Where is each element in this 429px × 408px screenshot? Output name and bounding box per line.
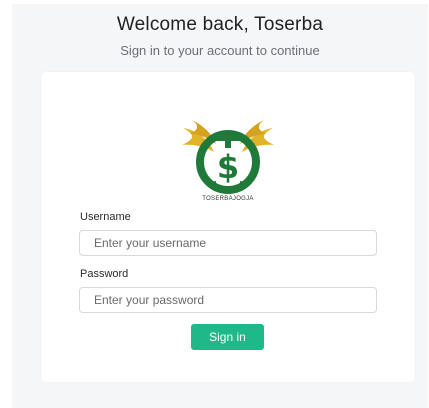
username-label: Username xyxy=(80,211,131,223)
password-input[interactable] xyxy=(79,287,377,313)
page-title: Welcome back, Toserba xyxy=(116,14,324,35)
page-subtitle: Sign in to your account to continue xyxy=(120,43,320,58)
toserba-logo-icon: $ xyxy=(178,112,278,206)
logo-caption: TOSERBAJOGJA xyxy=(202,196,254,202)
svg-text:$: $ xyxy=(217,148,239,186)
username-input[interactable] xyxy=(79,230,377,256)
sign-in-button[interactable]: Sign in xyxy=(191,324,264,350)
password-label: Password xyxy=(80,268,129,280)
